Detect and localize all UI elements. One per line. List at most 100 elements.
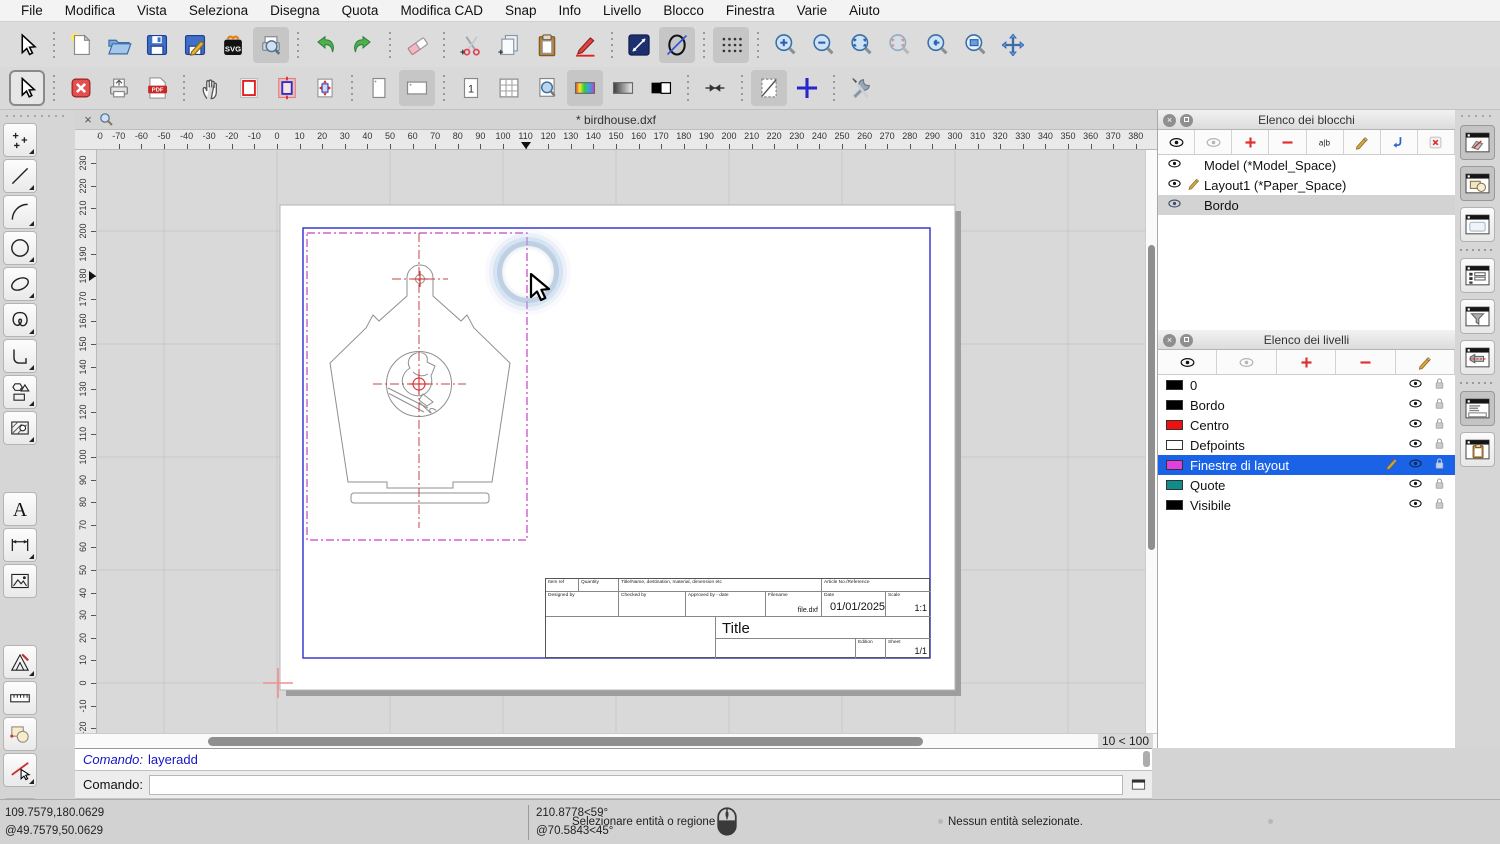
menu-item-finestra[interactable]: Finestra: [715, 0, 786, 22]
draft-ellipse-button[interactable]: [659, 26, 695, 63]
portrait-button[interactable]: [361, 70, 397, 106]
add-block-button[interactable]: [1232, 130, 1270, 154]
horizontal-scrollbar-thumb[interactable]: [208, 737, 923, 746]
history-scrollbar-thumb[interactable]: [1143, 751, 1150, 767]
pdf-export-button[interactable]: PDF: [139, 70, 175, 106]
menu-item-info[interactable]: Info: [548, 0, 593, 22]
pan-button[interactable]: [995, 27, 1031, 63]
print-button[interactable]: [101, 70, 137, 106]
detach-panel-button[interactable]: [1180, 113, 1193, 127]
zoom-out-button[interactable]: [805, 27, 841, 63]
save-button[interactable]: [139, 27, 175, 63]
dimension-tool-button[interactable]: [3, 528, 37, 562]
block-row-bordo[interactable]: Bordo: [1158, 195, 1455, 215]
image-tool-button[interactable]: [3, 564, 37, 598]
grid-toggle-button[interactable]: [713, 26, 749, 63]
layer-lock-toggle[interactable]: [1432, 376, 1447, 394]
single-page-button[interactable]: 1: [453, 70, 489, 106]
layer-visibility-toggle[interactable]: [1408, 416, 1423, 434]
auto-fit-page-button[interactable]: [529, 70, 565, 106]
layer-row-visibile[interactable]: Visibile: [1158, 495, 1455, 515]
selection-filter-toggle[interactable]: [1460, 299, 1495, 334]
menu-item-modifica-cad[interactable]: Modifica CAD: [389, 0, 494, 22]
menu-item-disegna[interactable]: Disegna: [259, 0, 331, 22]
new-file-button[interactable]: [63, 27, 99, 63]
cut-button[interactable]: [453, 27, 489, 63]
open-file-button[interactable]: [101, 27, 137, 63]
block-create-tool-button[interactable]: [3, 717, 37, 751]
hide-all-blocks-button[interactable]: [1195, 130, 1233, 154]
history-scrollbar[interactable]: [1143, 751, 1151, 769]
layer-row-0[interactable]: 0: [1158, 375, 1455, 395]
layer-lock-toggle[interactable]: [1432, 496, 1447, 514]
zoom-window-button[interactable]: [957, 27, 993, 63]
polyline-tool-button[interactable]: [3, 339, 37, 373]
menu-item-quota[interactable]: Quota: [331, 0, 390, 22]
page-border-button[interactable]: [231, 70, 267, 106]
reference-panel-toggle[interactable]: [1460, 340, 1495, 375]
layer-visibility-toggle[interactable]: [1408, 396, 1423, 414]
preferences-button[interactable]: [843, 70, 879, 106]
ellipse-tool-button[interactable]: [3, 267, 37, 301]
trim-tool-button[interactable]: [3, 753, 37, 787]
property-editor-toggle[interactable]: [1460, 258, 1495, 293]
hide-all-layers-button[interactable]: [1217, 350, 1277, 374]
command-input[interactable]: [148, 774, 1123, 795]
spline-tool-button[interactable]: [3, 303, 37, 337]
layer-row-centro[interactable]: Centro: [1158, 415, 1455, 435]
layer-visibility-toggle[interactable]: [1408, 496, 1423, 514]
layer-row-finestre-di-layout[interactable]: Finestre di layout: [1158, 455, 1455, 475]
clipboard-panel-toggle[interactable]: [1460, 432, 1495, 467]
grayscale-button[interactable]: [605, 70, 641, 106]
show-all-layers-button[interactable]: [1158, 350, 1218, 374]
modify-tool-button[interactable]: [3, 645, 37, 679]
block-row-layout1-paper-space[interactable]: Layout1 (*Paper_Space): [1158, 175, 1455, 195]
measure-tool-button[interactable]: [3, 681, 37, 715]
drawing-canvas[interactable]: Item ref Quantity Title/Name, destinatio…: [97, 150, 1145, 733]
add-layer-button[interactable]: [1277, 350, 1337, 374]
pan-hand-button[interactable]: [193, 70, 229, 106]
point-tool-button[interactable]: [3, 123, 37, 157]
menu-item-livello[interactable]: Livello: [592, 0, 652, 22]
layer-lock-toggle[interactable]: [1432, 456, 1447, 474]
layout-pointer-button[interactable]: [9, 70, 45, 106]
save-as-button[interactable]: [177, 27, 213, 63]
show-all-blocks-button[interactable]: [1158, 130, 1196, 154]
crosshair-button[interactable]: [789, 70, 825, 106]
zoom-previous-button[interactable]: [919, 27, 955, 63]
black-white-button[interactable]: [643, 70, 679, 106]
remove-layer-button[interactable]: [1336, 350, 1396, 374]
close-drawing-button[interactable]: [63, 70, 99, 106]
menu-item-aiuto[interactable]: Aiuto: [838, 0, 891, 22]
edit-block-button[interactable]: [1344, 130, 1381, 154]
layer-row-defpoints[interactable]: Defpoints: [1158, 435, 1455, 455]
menu-item-blocco[interactable]: Blocco: [652, 0, 715, 22]
edit-button[interactable]: [567, 27, 603, 63]
block-list-panel-toggle[interactable]: [1460, 125, 1495, 160]
undo-button[interactable]: [307, 27, 343, 63]
command-history[interactable]: Comando: layeradd: [75, 748, 1152, 771]
lineweight-button[interactable]: [621, 27, 657, 63]
shape-tool-button[interactable]: [3, 375, 37, 409]
flatten-button[interactable]: [697, 70, 733, 106]
rename-block-button[interactable]: a|b: [1307, 130, 1344, 154]
horizontal-scrollbar[interactable]: [97, 734, 1097, 749]
paste-button[interactable]: [529, 27, 565, 63]
layer-row-bordo[interactable]: Bordo: [1158, 395, 1455, 415]
purge-block-button[interactable]: [1418, 130, 1455, 154]
svg-export-button[interactable]: SVG: [215, 27, 251, 63]
line-tool-button[interactable]: [3, 159, 37, 193]
zoom-auto-button[interactable]: [843, 27, 879, 63]
preview-panel-toggle[interactable]: [1460, 207, 1495, 242]
close-panel-button[interactable]: ×: [1163, 113, 1176, 127]
text-tool-button[interactable]: A: [3, 492, 37, 526]
layer-lock-toggle[interactable]: [1432, 416, 1447, 434]
hatch-tool-button[interactable]: [3, 411, 37, 445]
layer-edit-icon[interactable]: [1384, 456, 1399, 474]
layer-lock-toggle[interactable]: [1432, 476, 1447, 494]
draft-mode-button[interactable]: [751, 70, 787, 106]
print-preview-button[interactable]: [253, 26, 289, 63]
block-row-model-model-space[interactable]: Model (*Model_Space): [1158, 155, 1455, 175]
circle-tool-button[interactable]: [3, 231, 37, 265]
edit-layer-button[interactable]: [1396, 350, 1456, 374]
